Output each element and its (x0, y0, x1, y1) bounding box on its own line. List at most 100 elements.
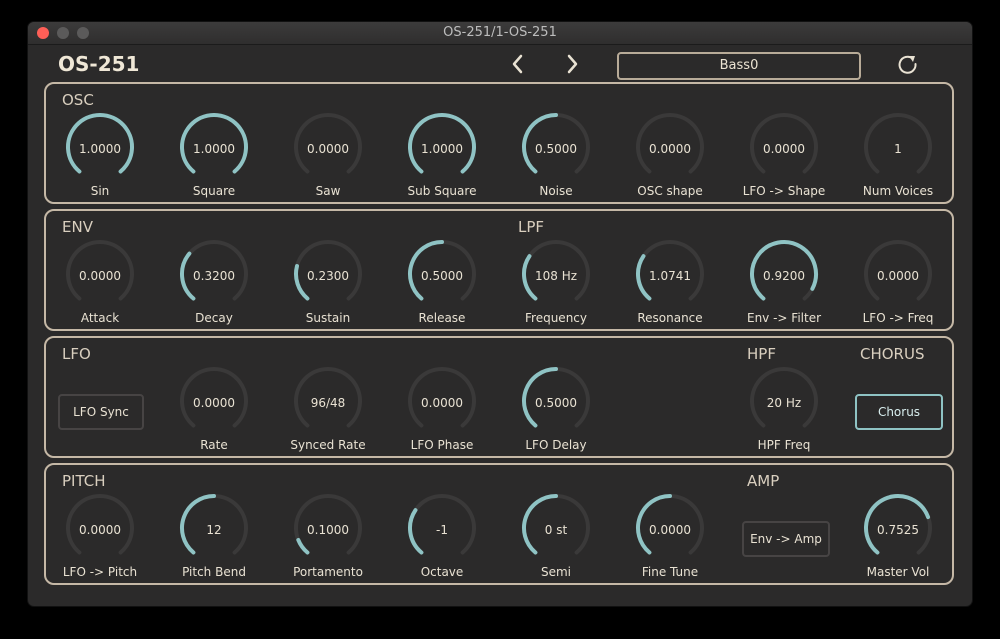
sustain-knob[interactable]: 0.2300 Sustain (273, 227, 383, 327)
knob-value: 1.0000 (79, 142, 121, 156)
portamento-knob[interactable]: 0.1000 Portamento (273, 481, 383, 581)
knob-label: LFO -> Shape (742, 184, 826, 198)
knob-value: 0.5000 (535, 396, 577, 410)
knob-label: LFO Delay (525, 438, 587, 452)
knob-value: 20 Hz (766, 396, 802, 410)
knob-value: 0.5000 (535, 142, 577, 156)
synced-rate-knob[interactable]: 96/48 Synced Rate (273, 354, 383, 454)
title-bar: OS-251/1-OS-251 (28, 22, 972, 45)
knob-label: LFO -> Pitch (62, 565, 138, 579)
chorus-section-title: CHORUS (860, 345, 925, 363)
lfo-freq-knob[interactable]: 0.0000 LFO -> Freq (843, 227, 953, 327)
num-voices-knob[interactable]: 1 Num Voices (843, 100, 953, 200)
square-knob[interactable]: 1.0000 Square (159, 100, 269, 200)
knob-label: Semi (540, 565, 572, 579)
knob-value: 0.1000 (307, 523, 349, 537)
knob-label: LFO Phase (410, 438, 474, 452)
knob-label: Sustain (305, 311, 351, 325)
env-amp-button[interactable]: Env -> Amp (742, 521, 830, 557)
window-title: OS-251/1-OS-251 (443, 25, 557, 40)
knob-label: Sin (90, 184, 110, 198)
knob-label: HPF Freq (757, 438, 811, 452)
knob-value: 1.0741 (649, 269, 691, 283)
knob-value: 0.0000 (763, 142, 805, 156)
preset-name-field[interactable]: Bass0 (617, 52, 861, 80)
amp-section-title: AMP (747, 472, 780, 490)
sub-square-knob[interactable]: 1.0000 Sub Square (387, 100, 497, 200)
decay-knob[interactable]: 0.3200 Decay (159, 227, 269, 327)
knob-label: Square (192, 184, 236, 198)
knob-label: Frequency (525, 311, 587, 325)
knob-label: Saw (315, 184, 341, 198)
knob-value: 12 (206, 523, 222, 537)
env-filter-knob[interactable]: 0.9200 Env -> Filter (729, 227, 839, 327)
attack-knob[interactable]: 0.0000 Attack (45, 227, 155, 327)
knob-value: 0.3200 (193, 269, 235, 283)
knob-value: 0 st (544, 523, 568, 537)
semi-knob[interactable]: 0 st Semi (501, 481, 611, 581)
knob-value: 96/48 (310, 396, 346, 410)
knob-label: Decay (195, 311, 233, 325)
knob-label: Synced Rate (290, 438, 366, 452)
knob-value: 0.0000 (421, 396, 463, 410)
knob-value: 1.0000 (421, 142, 463, 156)
lfo-phase-knob[interactable]: 0.0000 LFO Phase (387, 354, 497, 454)
app-title: OS-251 (58, 52, 140, 76)
knob-value: 0.0000 (193, 396, 235, 410)
knob-label: Num Voices (862, 184, 934, 198)
knob-value: 0.9200 (763, 269, 805, 283)
lfo-shape-knob[interactable]: 0.0000 LFO -> Shape (729, 100, 839, 200)
hpf-freq-knob[interactable]: 20 Hz HPF Freq (729, 354, 839, 454)
knob-value: 0.0000 (307, 142, 349, 156)
knob-value: 1 (894, 142, 902, 156)
octave-knob[interactable]: -1 Octave (387, 481, 497, 581)
release-knob[interactable]: 0.5000 Release (387, 227, 497, 327)
knob-label: Env -> Filter (746, 311, 822, 325)
resonance-knob[interactable]: 1.0741 Resonance (615, 227, 725, 327)
knob-label: Attack (80, 311, 120, 325)
knob-value: 108 Hz (534, 269, 578, 283)
knob-label: Rate (200, 438, 228, 452)
sin-knob[interactable]: 1.0000 Sin (45, 100, 155, 200)
knob-value: 0.0000 (79, 523, 121, 537)
knob-value: 0.2300 (307, 269, 349, 283)
knob-label: Sub Square (407, 184, 477, 198)
knob-label: Fine Tune (641, 565, 699, 579)
knob-label: Resonance (637, 311, 703, 325)
osc-shape-knob[interactable]: 0.0000 OSC shape (615, 100, 725, 200)
knob-label: LFO -> Freq (862, 311, 934, 325)
noise-knob[interactable]: 0.5000 Noise (501, 100, 611, 200)
knob-value: 0.5000 (421, 269, 463, 283)
fine-tune-knob[interactable]: 0.0000 Fine Tune (615, 481, 725, 581)
knob-value: 0.0000 (79, 269, 121, 283)
chorus-toggle-button[interactable]: Chorus (855, 394, 943, 430)
knob-level-arc (296, 537, 310, 555)
master-vol-knob[interactable]: 0.7525 Master Vol (843, 481, 953, 581)
reload-icon (898, 55, 917, 74)
knob-label: Release (418, 311, 466, 325)
knob-label: Noise (539, 184, 573, 198)
lfo-delay-knob[interactable]: 0.5000 LFO Delay (501, 354, 611, 454)
knob-value: 0.7525 (877, 523, 919, 537)
knob-value: 1.0000 (193, 142, 235, 156)
knob-label: Master Vol (866, 565, 930, 579)
knob-label: Pitch Bend (182, 565, 246, 579)
frequency-knob[interactable]: 108 Hz Frequency (501, 227, 611, 327)
knob-value: 0.0000 (877, 269, 919, 283)
previous-preset-button[interactable] (506, 52, 530, 76)
pitch-bend-knob[interactable]: 12 Pitch Bend (159, 481, 269, 581)
saw-knob[interactable]: 0.0000 Saw (273, 100, 383, 200)
lfo-pitch-knob[interactable]: 0.0000 LFO -> Pitch (45, 481, 155, 581)
knob-value: 0.0000 (649, 142, 691, 156)
lfo-section-title: LFO (62, 345, 91, 363)
knob-label: Portamento (293, 565, 363, 579)
rate-knob[interactable]: 0.0000 Rate (159, 354, 269, 454)
chevron-right-icon (567, 54, 578, 74)
knob-label: Octave (420, 565, 464, 579)
next-preset-button[interactable] (560, 52, 584, 76)
knob-value: 0.0000 (649, 523, 691, 537)
knob-value: -1 (436, 523, 448, 537)
plugin-window: OS-251/1-OS-251 OS-251 Bass0 OSC ENV LPF… (28, 22, 972, 606)
reload-preset-button[interactable] (896, 53, 920, 77)
lfo-sync-button[interactable]: LFO Sync (58, 394, 144, 430)
